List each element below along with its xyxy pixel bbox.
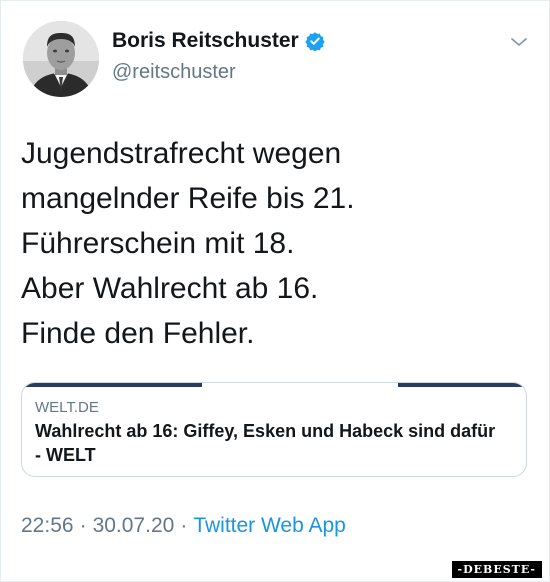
tweet-line: Jugendstrafrecht wegen xyxy=(21,137,342,170)
tweet-date[interactable]: 30.07.20 xyxy=(93,514,175,538)
tweet-container: Boris Reitschuster @reitschuster Jugends… xyxy=(0,0,550,582)
link-preview-card[interactable]: WELT.DE Wahlrecht ab 16: Giffey, Esken u… xyxy=(21,382,527,477)
tweet-line: Führerschein mit 18. xyxy=(21,227,295,260)
tweet-meta: 22:56 · 30.07.20 · Twitter Web App xyxy=(21,514,346,538)
card-domain: WELT.DE xyxy=(35,399,99,416)
card-image-strip xyxy=(398,383,526,387)
verified-badge-icon xyxy=(305,31,325,52)
tweet-time[interactable]: 22:56 xyxy=(21,514,74,538)
meta-separator: · xyxy=(180,514,188,537)
watermark: -DEBESTE- xyxy=(451,561,542,578)
profile-photo-icon xyxy=(23,21,99,97)
author-name[interactable]: Boris Reitschuster xyxy=(112,29,299,53)
tweet-line: mangelnder Reife bis 21. xyxy=(21,182,355,215)
card-title: Wahlrecht ab 16: Giffey, Esken und Habec… xyxy=(35,421,496,465)
meta-separator: · xyxy=(79,514,87,537)
author-row: Boris Reitschuster xyxy=(112,29,325,53)
chevron-down-icon[interactable] xyxy=(509,35,529,49)
tweet-line: Aber Wahlrecht ab 16. xyxy=(21,272,319,305)
tweet-source[interactable]: Twitter Web App xyxy=(193,514,346,538)
card-image-strip xyxy=(22,383,202,387)
tweet-text: Jugendstrafrecht wegen mangelnder Reife … xyxy=(21,131,531,356)
avatar[interactable] xyxy=(23,21,99,97)
tweet-line: Finde den Fehler. xyxy=(21,317,255,350)
author-handle[interactable]: @reitschuster xyxy=(112,61,236,84)
